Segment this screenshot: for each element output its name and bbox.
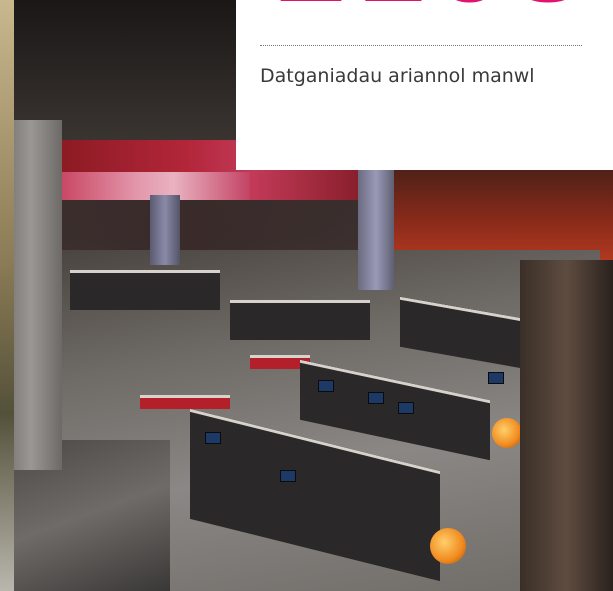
photo-monitor xyxy=(368,392,384,404)
photo-desk xyxy=(230,300,370,340)
photo-desk xyxy=(140,395,230,409)
panel-subtitle: Datganiadau ariannol manwl xyxy=(260,65,535,87)
dotted-divider xyxy=(260,45,582,46)
photo-monitor xyxy=(205,432,221,444)
photo-lamp xyxy=(430,528,466,564)
photo-lamp xyxy=(492,418,522,448)
photo-edge xyxy=(0,0,14,591)
photo-desk xyxy=(70,270,220,310)
photo-wall xyxy=(520,260,613,591)
photo-monitor xyxy=(488,372,504,384)
text-panel: £108 Datganiadau ariannol manwl xyxy=(236,0,613,170)
photo-pillar xyxy=(150,195,180,265)
photo-monitor xyxy=(280,470,296,482)
photo-monitor xyxy=(398,402,414,414)
photo-pillar xyxy=(358,170,394,290)
headline-figure: £108 xyxy=(274,0,588,18)
page: £108 Datganiadau ariannol manwl xyxy=(0,0,613,591)
photo-monitor xyxy=(318,380,334,392)
